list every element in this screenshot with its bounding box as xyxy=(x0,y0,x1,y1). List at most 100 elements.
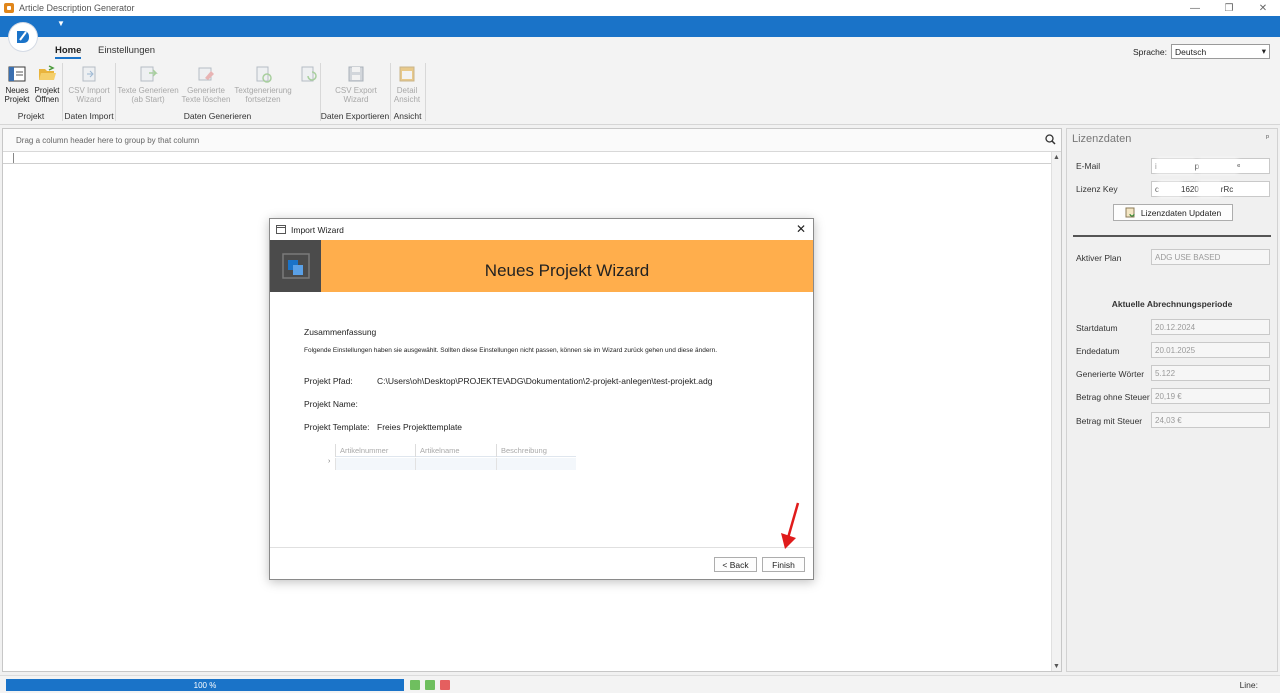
project-path-value: C:\Users\oh\Desktop\PROJEKTE\ADG\Dokumen… xyxy=(377,376,713,386)
search-icon[interactable] xyxy=(1045,134,1056,145)
column-beschreibung[interactable]: Beschreibung xyxy=(496,444,576,457)
redaction xyxy=(1200,185,1219,193)
language-select[interactable]: Deutsch ▾ xyxy=(1171,44,1270,59)
save-disk-icon xyxy=(348,66,364,82)
license-update-icon xyxy=(1125,207,1135,218)
new-project-label-2: Projekt xyxy=(4,95,30,104)
finish-button[interactable]: Finish xyxy=(762,557,805,572)
grid-column-header-row[interactable] xyxy=(3,152,1061,164)
line-label: Line: xyxy=(1239,680,1258,690)
generate-texts-button[interactable]: Texte Generieren (ab Start) xyxy=(117,64,179,104)
application-menu-button[interactable] xyxy=(9,23,37,51)
eraser-icon xyxy=(198,67,214,81)
continue-generation-icon xyxy=(256,66,272,83)
wizard-header: Neues Projekt Wizard xyxy=(270,240,813,292)
csv-export-label-1: CSV Export xyxy=(335,86,377,95)
csv-import-wizard-button[interactable]: CSV Import Wizard xyxy=(66,64,112,104)
open-project-button[interactable]: Projekt Öffnen xyxy=(33,64,61,104)
email-value-mid: p xyxy=(1194,161,1200,171)
window-controls: — ❐ ✕ xyxy=(1178,0,1280,16)
table-cell[interactable] xyxy=(335,458,415,470)
group-label-daten-exportieren: Daten Exportieren xyxy=(320,111,390,121)
dialog-titlebar: Import Wizard ✕ xyxy=(270,219,813,240)
license-key-field[interactable]: c 1620 rRc xyxy=(1151,181,1270,197)
email-label: E-Mail xyxy=(1076,161,1101,171)
project-name-label: Projekt Name: xyxy=(304,399,358,409)
csv-export-wizard-button[interactable]: CSV Export Wizard xyxy=(332,64,380,104)
delete-generated-label-2: Texte löschen xyxy=(181,95,231,104)
scroll-down-icon[interactable]: ▼ xyxy=(1053,663,1060,670)
new-project-button[interactable]: Neues Projekt xyxy=(4,64,30,104)
status-bar: 100 % Line: xyxy=(0,675,1280,693)
dialog-footer-divider xyxy=(270,547,813,548)
quick-access-dropdown-icon[interactable]: ▼ xyxy=(57,19,65,28)
license-key-value-mid: 1620 xyxy=(1181,184,1199,194)
table-cell[interactable] xyxy=(496,458,576,470)
dialog-title: Import Wizard xyxy=(291,224,344,235)
group-by-panel[interactable]: Drag a column header here to group by th… xyxy=(3,129,1061,152)
status-error-icon[interactable] xyxy=(440,680,450,690)
generate-texts-label-2: (ab Start) xyxy=(131,95,165,104)
column-artikelnummer[interactable]: Artikelnummer xyxy=(335,444,415,457)
amount-net-field: 20,19 € xyxy=(1151,388,1270,404)
generated-words-label: Generierte Wörter xyxy=(1076,369,1145,379)
new-project-label-1: Neues xyxy=(5,86,29,95)
close-window-button[interactable]: ✕ xyxy=(1246,0,1280,16)
row-indicator-icon: › xyxy=(328,458,331,465)
detail-view-button[interactable]: Detail Ansicht xyxy=(393,64,421,104)
dialog-close-button[interactable]: ✕ xyxy=(796,222,806,236)
billing-period-title: Aktuelle Abrechnungsperiode xyxy=(1111,299,1233,309)
continue-generation-button[interactable]: Textgenerierung fortsetzen xyxy=(233,64,293,104)
email-value-start: i xyxy=(1155,161,1157,171)
group-label-daten-import: Daten Import xyxy=(64,111,114,121)
csv-import-icon xyxy=(82,66,96,82)
generate-texts-icon xyxy=(140,66,158,82)
new-project-icon xyxy=(8,66,26,82)
amount-gross-value: 24,03 € xyxy=(1155,415,1182,425)
active-plan-field: ADG USE BASED xyxy=(1151,249,1270,265)
tab-home[interactable]: Home xyxy=(55,45,82,59)
generated-words-field: 5.122 xyxy=(1151,365,1270,381)
row-indicator xyxy=(13,153,14,163)
delete-generated-texts-button[interactable]: Generierte Texte löschen xyxy=(180,64,232,104)
csv-export-label-2: Wizard xyxy=(343,95,369,104)
red-arrow-icon xyxy=(781,502,800,549)
group-separator xyxy=(425,63,426,121)
summary-heading: Zusammenfassung xyxy=(304,327,377,337)
app-logo-icon xyxy=(4,3,14,13)
open-project-label-2: Öffnen xyxy=(35,95,59,104)
window-titlebar: Article Description Generator — ❐ ✕ xyxy=(0,0,1280,16)
wizard-header-title: Neues Projekt Wizard xyxy=(484,261,650,280)
progress-text: 100 % xyxy=(193,680,217,690)
project-template-label: Projekt Template: xyxy=(304,422,370,432)
restore-button[interactable]: ❐ xyxy=(1212,0,1246,16)
vertical-scrollbar[interactable]: ▲ ▼ xyxy=(1051,152,1061,671)
table-cell[interactable] xyxy=(415,458,496,470)
minimize-button[interactable]: — xyxy=(1178,0,1212,16)
back-button[interactable]: < Back xyxy=(714,557,757,572)
license-panel: Lizenzdaten ᵖ E-Mail i p ᵉ Lizenz Key c … xyxy=(1066,128,1278,672)
amount-net-label: Betrag ohne Steuer xyxy=(1076,392,1150,402)
update-license-button[interactable]: Lizenzdaten Updaten xyxy=(1113,204,1233,221)
continue-generation-label-2: fortsetzen xyxy=(245,95,281,104)
detail-view-label-1: Detail xyxy=(396,86,418,95)
continue-generation-label-1: Textgenerierung xyxy=(234,86,292,95)
group-label-projekt: Projekt xyxy=(17,111,45,121)
column-artikelname[interactable]: Artikelname xyxy=(415,444,496,457)
update-license-label: Lizenzdaten Updaten xyxy=(1140,207,1222,218)
pin-icon[interactable]: ᵖ xyxy=(1266,133,1269,142)
table-row[interactable] xyxy=(335,458,576,470)
redaction xyxy=(1161,185,1179,193)
redaction xyxy=(1158,162,1193,170)
tab-einstellungen[interactable]: Einstellungen xyxy=(98,45,155,56)
csv-import-label-2: Wizard xyxy=(76,95,102,104)
refresh-button[interactable] xyxy=(297,64,319,86)
quick-access-bar: ▼ xyxy=(0,16,1280,37)
generated-words-value: 5.122 xyxy=(1155,368,1176,378)
email-field[interactable]: i p ᵉ xyxy=(1151,158,1270,174)
status-ok-icon[interactable] xyxy=(410,680,420,690)
end-date-field: 20.01.2025 xyxy=(1151,342,1270,358)
status-add-icon[interactable] xyxy=(425,680,435,690)
scroll-up-icon[interactable]: ▲ xyxy=(1053,154,1060,161)
project-path-label: Projekt Pfad: xyxy=(304,376,353,386)
